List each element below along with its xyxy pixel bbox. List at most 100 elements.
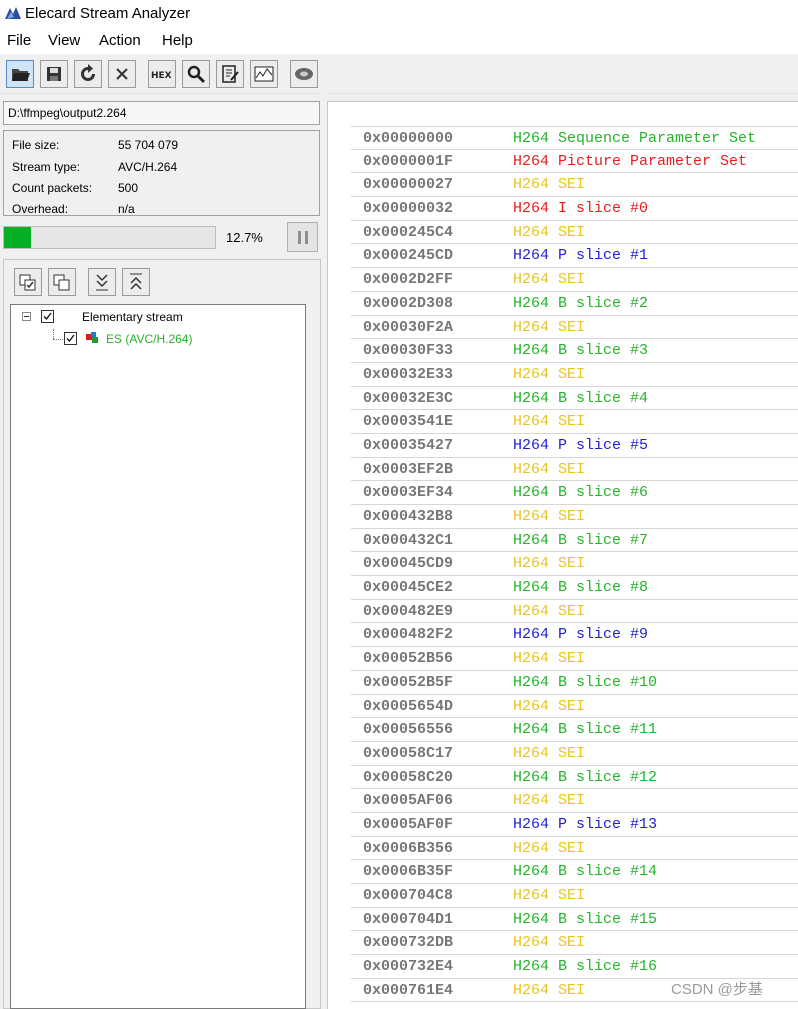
packet-description: H264 SEI bbox=[513, 981, 586, 999]
menu-help[interactable]: Help bbox=[162, 32, 193, 49]
packet-offset: 0x000245CD bbox=[363, 247, 454, 265]
packet-offset: 0x000245C4 bbox=[363, 223, 454, 241]
packet-list-pane: 0x00000000 H264 Sequence Parameter Set 0x0… bbox=[327, 101, 798, 1009]
packet-row[interactable]: 0x00045CD9 H264 SEI bbox=[351, 552, 798, 577]
pause-button[interactable] bbox=[287, 222, 318, 252]
packet-row[interactable]: 0x000704D1 H264 B slice #15 bbox=[351, 908, 798, 932]
expand-all-button[interactable] bbox=[88, 268, 116, 296]
packet-offset: 0x0003EF34 bbox=[363, 484, 454, 502]
packet-description: H264 B slice #3 bbox=[513, 342, 649, 360]
packet-row[interactable]: 0x00000000 H264 Sequence Parameter Set bbox=[351, 126, 798, 150]
packet-description: H264 SEI bbox=[513, 792, 586, 810]
packet-row[interactable]: 0x000732E4 H264 B slice #16 bbox=[351, 955, 798, 979]
packet-row[interactable]: 0x0005654D H264 SEI bbox=[351, 695, 798, 719]
stream-type-label: Stream type: bbox=[12, 160, 81, 174]
menu-file[interactable]: File bbox=[7, 32, 31, 49]
stream-tree bbox=[10, 304, 306, 1009]
packet-row[interactable]: 0x00045CE2 H264 B slice #8 bbox=[351, 576, 798, 600]
packet-row[interactable]: 0x000482E9 H264 SEI bbox=[351, 600, 798, 624]
packet-row[interactable]: 0x00058C20 H264 B slice #12 bbox=[351, 766, 798, 790]
collapse-all-button[interactable] bbox=[122, 268, 150, 296]
packet-row[interactable]: 0x00032E3C H264 B slice #4 bbox=[351, 387, 798, 411]
menu-action[interactable]: Action bbox=[99, 32, 141, 49]
packet-row[interactable]: 0x0003541E H264 SEI bbox=[351, 410, 798, 434]
packet-row[interactable]: 0x00058C17 H264 SEI bbox=[351, 742, 798, 766]
packet-description: H264 P slice #13 bbox=[513, 815, 658, 833]
packet-row[interactable]: 0x0003EF2B H264 SEI bbox=[351, 458, 798, 482]
uncheck-all-button[interactable] bbox=[48, 268, 76, 296]
packet-row[interactable]: 0x00035427 H264 P slice #5 bbox=[351, 434, 798, 458]
elementary-stream-checkbox[interactable] bbox=[41, 310, 54, 323]
packet-row[interactable]: 0x00030F33 H264 B slice #3 bbox=[351, 339, 798, 363]
packet-offset: 0x00058C17 bbox=[363, 744, 454, 762]
file-size-value: 55 704 079 bbox=[118, 138, 179, 152]
packet-row[interactable]: 0x000245C4 H264 SEI bbox=[351, 221, 798, 245]
tree-item-elementary-stream[interactable]: Elementary stream bbox=[82, 310, 183, 324]
overhead-label: Overhead: bbox=[12, 202, 69, 216]
packet-row[interactable]: 0x000432C1 H264 B slice #7 bbox=[351, 529, 798, 553]
packet-row[interactable]: 0x000704C8 H264 SEI bbox=[351, 884, 798, 908]
packet-offset: 0x0002D2FF bbox=[363, 271, 454, 289]
packet-row[interactable]: 0x0000001F H264 Picture Parameter Set bbox=[351, 150, 798, 174]
packet-row[interactable]: 0x000732DB H264 SEI bbox=[351, 931, 798, 956]
packet-offset: 0x0006B35F bbox=[363, 863, 454, 881]
packet-offset: 0x0005654D bbox=[363, 697, 454, 715]
packet-row[interactable]: 0x0006B35F H264 B slice #14 bbox=[351, 860, 798, 884]
packet-row[interactable]: 0x0006B356 H264 SEI bbox=[351, 837, 798, 861]
file-path-field: D:\ffmpeg\output2.264 bbox=[3, 101, 320, 125]
packet-offset: 0x0002D308 bbox=[363, 294, 454, 312]
file-size-label: File size: bbox=[12, 138, 60, 152]
packet-offset: 0x0000001F bbox=[363, 152, 454, 170]
check-all-button[interactable] bbox=[14, 268, 42, 296]
packet-row[interactable]: 0x00032E33 H264 SEI bbox=[351, 363, 798, 387]
packet-offset: 0x000732E4 bbox=[363, 958, 454, 976]
graph-button[interactable] bbox=[250, 60, 278, 88]
es-checkbox[interactable] bbox=[64, 332, 77, 345]
tree-item-es[interactable]: ES (AVC/H.264) bbox=[106, 332, 192, 346]
save-button[interactable] bbox=[40, 60, 68, 88]
chart-icon bbox=[254, 66, 274, 82]
packet-description: H264 B slice #6 bbox=[513, 484, 649, 502]
packet-row[interactable]: 0x00056556 H264 B slice #11 bbox=[351, 718, 798, 742]
hex-view-button[interactable]: HEX bbox=[148, 60, 176, 88]
packet-row[interactable]: 0x00000032 H264 I slice #0 bbox=[351, 197, 798, 221]
packet-row[interactable]: 0x0002D308 H264 B slice #2 bbox=[351, 292, 798, 316]
packet-row[interactable]: 0x00030F2A H264 SEI bbox=[351, 316, 798, 340]
close-file-button[interactable] bbox=[108, 60, 136, 88]
packet-offset: 0x000482E9 bbox=[363, 602, 454, 620]
reload-button[interactable] bbox=[74, 60, 102, 88]
uncheck-all-icon bbox=[53, 274, 70, 291]
save-icon bbox=[47, 67, 61, 81]
tree-collapse-toggle[interactable] bbox=[22, 312, 31, 321]
menu-view[interactable]: View bbox=[48, 32, 80, 49]
open-file-button[interactable] bbox=[6, 60, 34, 88]
packet-row[interactable]: 0x0003EF34 H264 B slice #6 bbox=[351, 481, 798, 505]
packet-offset: 0x00045CD9 bbox=[363, 555, 454, 573]
packet-offset: 0x00000032 bbox=[363, 200, 454, 218]
packet-row[interactable]: 0x0002D2FF H264 SEI bbox=[351, 268, 798, 292]
packet-description: H264 SEI bbox=[513, 460, 586, 478]
packet-row[interactable]: 0x0005AF06 H264 SEI bbox=[351, 789, 798, 813]
settings-button[interactable] bbox=[290, 60, 318, 88]
packet-row[interactable]: 0x0005AF0F H264 P slice #13 bbox=[351, 813, 798, 837]
packet-description: H264 P slice #5 bbox=[513, 436, 649, 454]
packet-description: H264 SEI bbox=[513, 271, 586, 289]
packet-offset: 0x000761E4 bbox=[363, 981, 454, 999]
packet-offset: 0x000482F2 bbox=[363, 626, 454, 644]
packet-row[interactable]: 0x00052B56 H264 SEI bbox=[351, 647, 798, 671]
edit-button[interactable] bbox=[216, 60, 244, 88]
packet-row[interactable]: 0x000245CD H264 P slice #1 bbox=[351, 244, 798, 269]
packet-row[interactable]: 0x00052B5F H264 B slice #10 bbox=[351, 671, 798, 695]
packet-description: H264 SEI bbox=[513, 839, 586, 857]
packet-description: H264 SEI bbox=[513, 887, 586, 904]
packet-row[interactable]: 0x00000027 H264 SEI bbox=[351, 173, 798, 198]
count-packets-value: 500 bbox=[118, 181, 139, 195]
packet-offset: 0x0003EF2B bbox=[363, 460, 454, 478]
packet-description: H264 SEI bbox=[513, 650, 586, 668]
check-all-icon bbox=[19, 274, 36, 291]
search-button[interactable] bbox=[182, 60, 210, 88]
disk-icon bbox=[295, 68, 313, 80]
packet-row[interactable]: 0x000482F2 H264 P slice #9 bbox=[351, 623, 798, 648]
packet-description: H264 B slice #11 bbox=[513, 721, 658, 739]
packet-row[interactable]: 0x000432B8 H264 SEI bbox=[351, 505, 798, 529]
